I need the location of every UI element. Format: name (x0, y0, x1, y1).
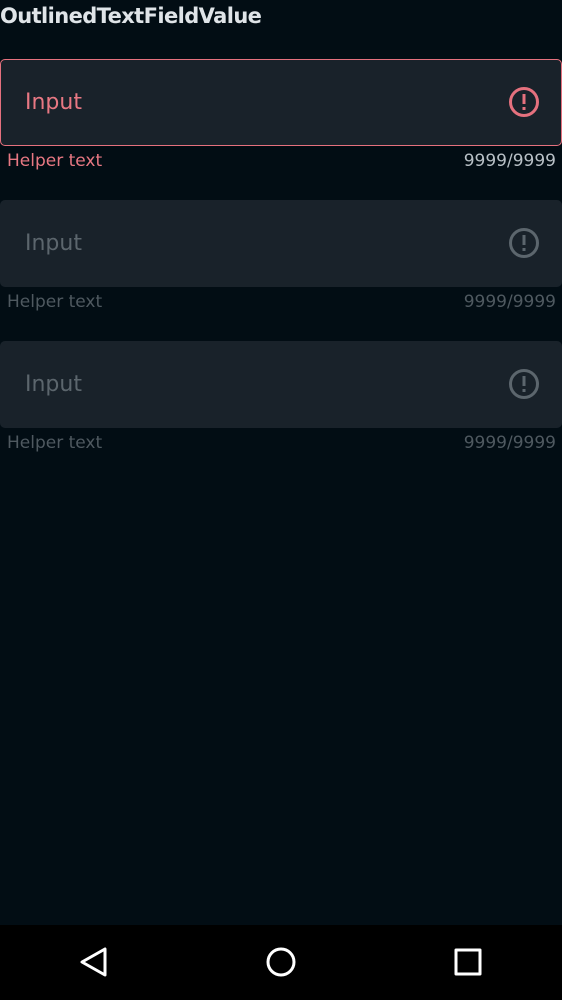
outlined-text-field-error[interactable]: Input (0, 59, 562, 146)
home-circle-icon[interactable] (261, 942, 301, 982)
character-counter: 9999/9999 (463, 433, 556, 453)
helper-row: Helper text 9999/9999 (0, 151, 562, 175)
system-navigation-bar (0, 925, 562, 1000)
error-icon (509, 228, 539, 258)
recents-square-icon[interactable] (448, 942, 488, 982)
outlined-text-field-disabled: Input (0, 341, 562, 428)
helper-text: Helper text (7, 151, 103, 171)
input-value: Input (25, 231, 82, 256)
page-title: OutlinedTextFieldValue (0, 4, 262, 28)
character-counter: 9999/9999 (463, 292, 556, 312)
helper-row: Helper text 9999/9999 (0, 292, 562, 316)
helper-text: Helper text (7, 433, 103, 453)
helper-text: Helper text (7, 292, 103, 312)
character-counter: 9999/9999 (463, 151, 556, 171)
app-screen: OutlinedTextFieldValue Input Helper text… (0, 0, 562, 1000)
outlined-text-field-disabled: Input (0, 200, 562, 287)
error-icon (509, 369, 539, 399)
input-value: Input (25, 372, 82, 397)
back-triangle-icon[interactable] (74, 942, 114, 982)
error-icon (509, 87, 539, 117)
helper-row: Helper text 9999/9999 (0, 433, 562, 457)
input-value[interactable]: Input (25, 59, 82, 146)
